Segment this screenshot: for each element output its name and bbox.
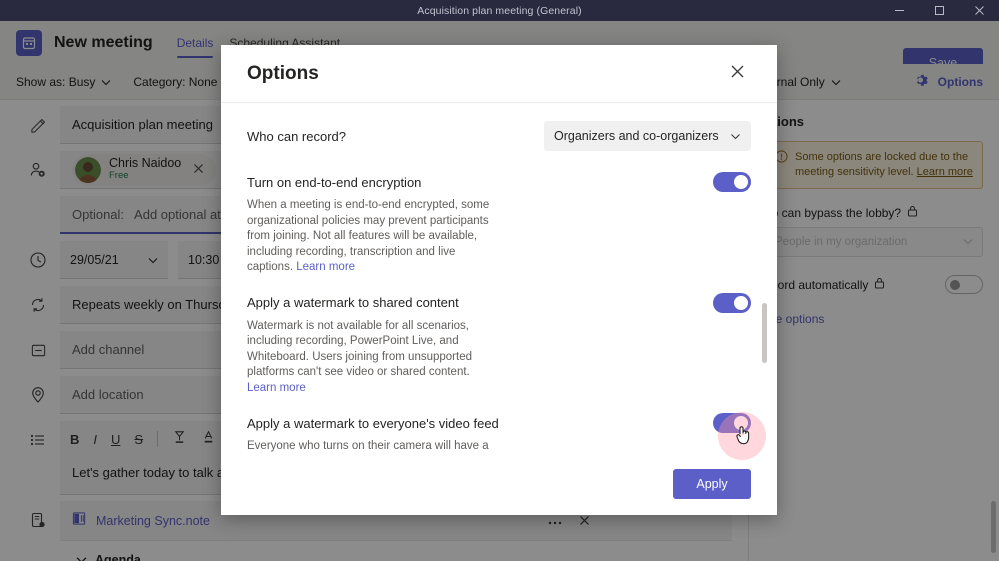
dialog-title: Options — [247, 62, 319, 84]
app-root: Acquisition plan meeting (General) New m… — [0, 0, 999, 561]
watermark-video-feed-toggle[interactable] — [713, 413, 751, 433]
dialog-footer: Apply — [221, 453, 777, 515]
window-title: Acquisition plan meeting (General) — [417, 4, 582, 17]
maximize-icon[interactable] — [919, 0, 959, 21]
dialog-body: Who can record? Organizers and co-organi… — [221, 103, 777, 453]
setting-label: Turn on end-to-end encryption — [247, 174, 422, 190]
end-to-end-encryption-toggle[interactable] — [713, 172, 751, 192]
setting-description: When a meeting is end-to-end encrypted, … — [247, 198, 499, 276]
setting-label: Apply a watermark to shared content — [247, 295, 459, 310]
setting-description-text: Watermark is not available for all scena… — [247, 319, 473, 379]
who-can-record-value: Organizers and co-organizers — [554, 129, 719, 143]
learn-more-link[interactable]: Learn more — [296, 261, 355, 273]
who-can-record-row: Who can record? Organizers and co-organi… — [247, 121, 751, 151]
setting-label: Apply a watermark to everyone's video fe… — [247, 415, 499, 431]
setting-header: Apply a watermark to shared content — [247, 292, 751, 313]
close-icon[interactable] — [724, 58, 751, 89]
setting-description-text: When a meeting is end-to-end encrypted, … — [247, 199, 490, 273]
window-controls — [879, 0, 999, 21]
close-icon[interactable] — [959, 0, 999, 21]
setting-header: Apply a watermark to everyone's video fe… — [247, 413, 751, 433]
setting-watermark-shared-content: Apply a watermark to shared content Wate… — [247, 292, 751, 397]
learn-more-link[interactable]: Learn more — [247, 382, 306, 394]
setting-end-to-end-encryption: Turn on end-to-end encryption When a mee… — [247, 172, 751, 276]
setting-description: Watermark is not available for all scena… — [247, 319, 499, 397]
setting-description-text: Everyone who turns on their camera will … — [247, 440, 489, 452]
window-titlebar: Acquisition plan meeting (General) — [0, 0, 999, 21]
who-can-record-label: Who can record? — [247, 128, 346, 144]
options-dialog: Options Who can record? Organizers and c… — [221, 45, 777, 515]
chevron-down-icon — [730, 129, 741, 143]
setting-description: Everyone who turns on their camera will … — [247, 439, 499, 453]
watermark-shared-content-toggle[interactable] — [713, 292, 751, 313]
setting-header: Turn on end-to-end encryption — [247, 172, 751, 192]
minimize-icon[interactable] — [879, 0, 919, 21]
apply-button[interactable]: Apply — [673, 469, 751, 499]
who-can-record-dropdown[interactable]: Organizers and co-organizers — [544, 121, 751, 151]
dialog-header: Options — [221, 45, 777, 103]
setting-watermark-video-feed: Apply a watermark to everyone's video fe… — [247, 413, 751, 453]
dialog-scrollbar[interactable] — [762, 303, 767, 363]
